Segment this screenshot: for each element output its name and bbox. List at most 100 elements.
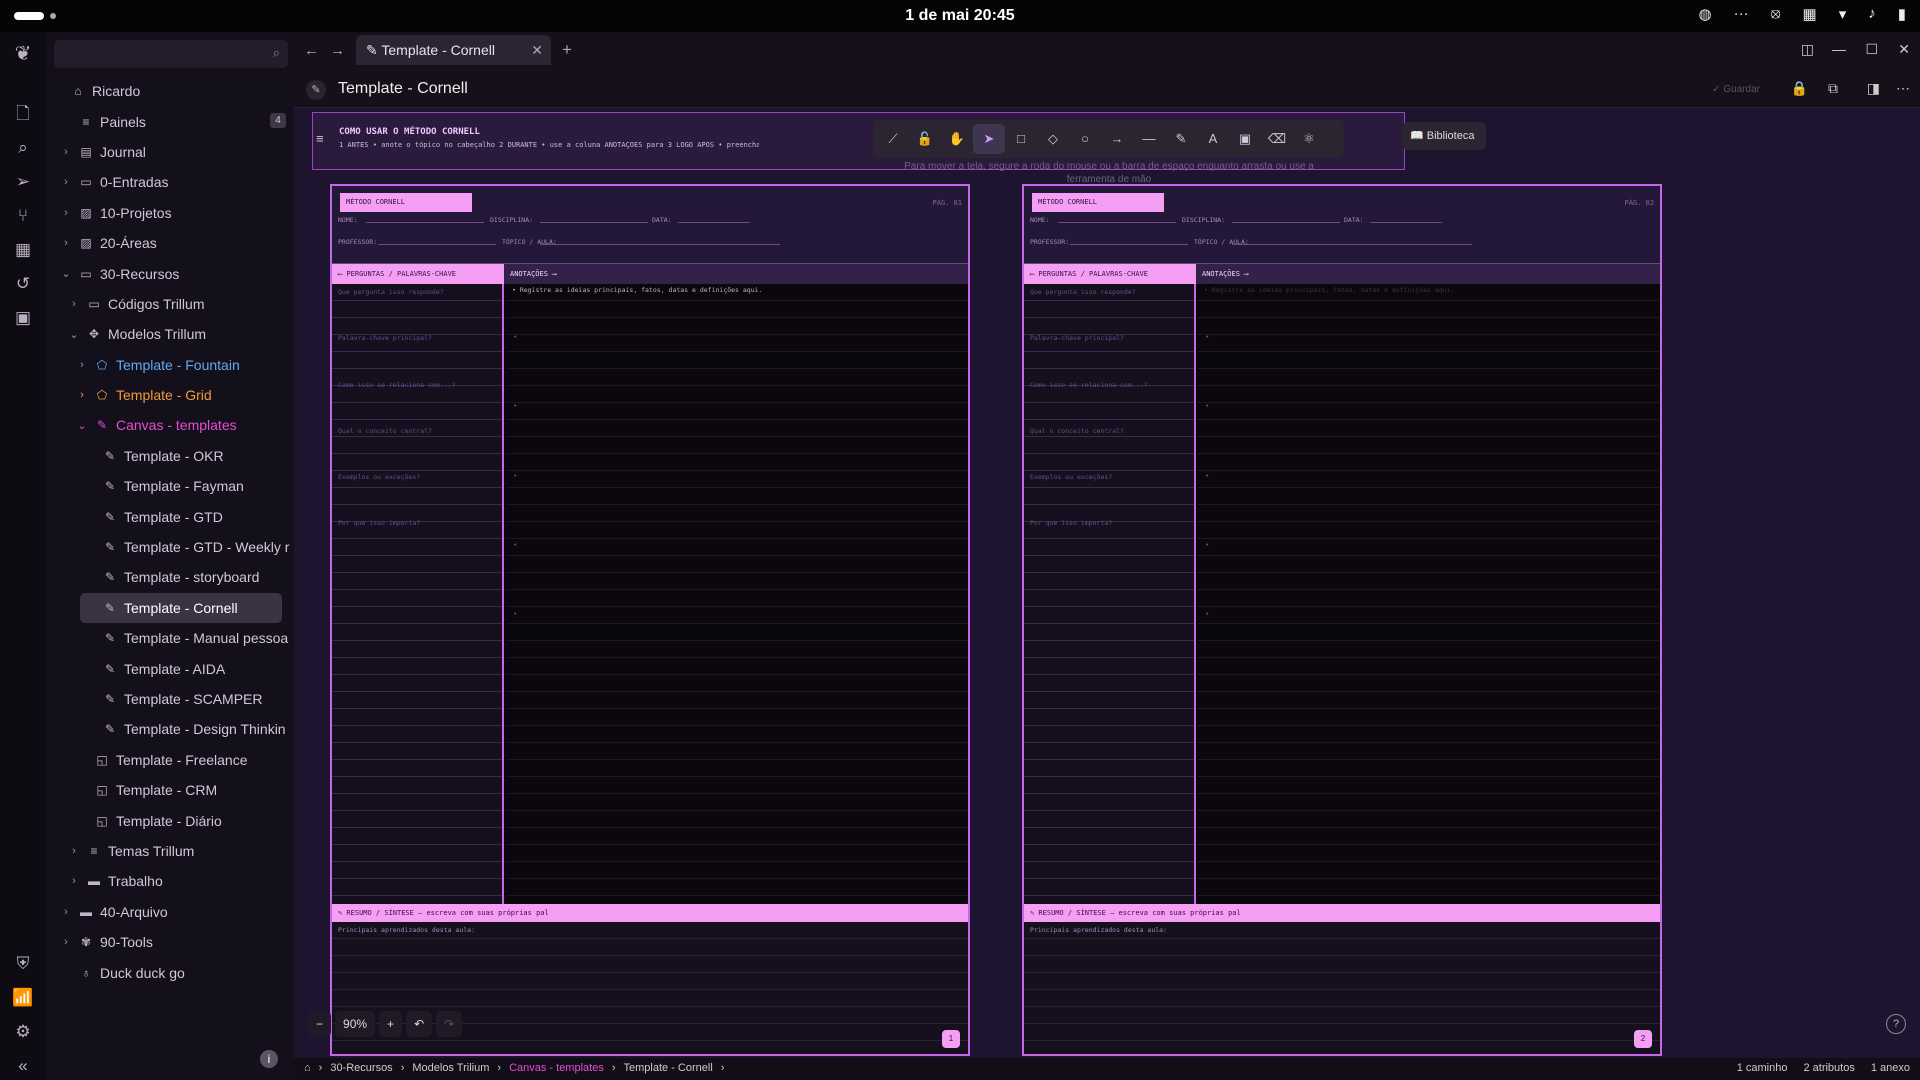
tree-item[interactable]: ✎ Template - SCAMPER bbox=[46, 684, 294, 714]
today-icon[interactable]: ▣ bbox=[11, 306, 35, 330]
undo-icon[interactable]: ↶ bbox=[406, 1011, 433, 1037]
grid-icon[interactable]: ▦ bbox=[1803, 5, 1817, 23]
jump-to-icon[interactable]: ➢ bbox=[11, 170, 35, 194]
pencil-tool-icon[interactable]: ✎ bbox=[1165, 124, 1197, 154]
tree-item[interactable]: › ⬠ Template - Grid bbox=[46, 380, 294, 410]
lock-tool-icon[interactable]: 🔓 bbox=[909, 124, 941, 154]
hamburger-menu-icon[interactable]: ≡ bbox=[316, 131, 324, 146]
chevron-icon[interactable]: › bbox=[68, 298, 80, 310]
home-icon[interactable]: ⌂ bbox=[304, 1062, 311, 1074]
tree-item[interactable]: ✎ Template - storyboard bbox=[46, 562, 294, 592]
tree-item[interactable]: ✎ Template - OKR bbox=[46, 441, 294, 471]
sync-icon[interactable]: 📶 bbox=[11, 986, 35, 1010]
laser-tool-icon[interactable]: ⟋ bbox=[877, 124, 909, 154]
chevron-icon[interactable]: › bbox=[60, 146, 72, 158]
note-type-icon[interactable]: ✎ bbox=[306, 80, 326, 100]
library-button[interactable]: 📖 Biblioteca bbox=[1402, 122, 1486, 150]
arrow-tool-icon[interactable]: → bbox=[1101, 124, 1133, 154]
new-note-icon[interactable]: 🗋 bbox=[11, 102, 35, 126]
redo-icon[interactable]: ↷ bbox=[436, 1011, 463, 1037]
paths-count[interactable]: 1 caminho bbox=[1737, 1062, 1788, 1074]
breadcrumb-item[interactable]: Template - Cornell bbox=[624, 1062, 713, 1074]
zoom-level[interactable]: 90% bbox=[335, 1011, 376, 1037]
tree-item[interactable]: ✎ Template - Manual pessoa bbox=[46, 623, 294, 653]
chevron-icon[interactable]: › bbox=[68, 845, 80, 857]
lock-icon[interactable]: 🔒 bbox=[1791, 80, 1808, 97]
chevron-icon[interactable]: › bbox=[60, 936, 72, 948]
chevron-icon[interactable]: › bbox=[60, 237, 72, 249]
chevron-icon[interactable]: › bbox=[76, 389, 88, 401]
breadcrumb-item[interactable]: 30-Recursos bbox=[330, 1062, 392, 1074]
more-menu-icon[interactable]: ⋯ bbox=[1896, 80, 1910, 97]
zoom-out-button[interactable]: − bbox=[308, 1011, 332, 1037]
extra-tools-icon[interactable]: ⚛ bbox=[1293, 124, 1325, 154]
close-window-icon[interactable]: ✕ bbox=[1898, 41, 1910, 58]
chevron-icon[interactable]: › bbox=[68, 875, 80, 887]
chevron-icon[interactable]: › bbox=[60, 207, 72, 219]
tree-item[interactable]: › ▨ 20-Áreas bbox=[46, 228, 294, 258]
tree-item[interactable]: ✎ Template - Fayman bbox=[46, 471, 294, 501]
tree-item[interactable]: ◱ Template - Diário bbox=[46, 805, 294, 835]
wifi-icon[interactable]: ▾ bbox=[1839, 5, 1847, 23]
ellipse-tool-icon[interactable]: ○ bbox=[1069, 124, 1101, 154]
chevron-icon[interactable]: › bbox=[60, 176, 72, 188]
note-title[interactable]: Template - Cornell bbox=[338, 80, 468, 98]
more-icon[interactable]: ··· bbox=[1734, 5, 1749, 23]
tree-item[interactable]: ✎ Template - Cornell bbox=[80, 592, 282, 624]
cornell-page-1[interactable]: MÉTODO CORNELL PÁG. 01 NOME: DISCIPLINA: DAT… bbox=[330, 184, 970, 1056]
system-tray[interactable]: ◍ ··· ⦻ ▦ ▾ ♪ ▮ bbox=[1699, 5, 1907, 23]
tree-item[interactable]: ✎ Template - GTD bbox=[46, 501, 294, 531]
tree-item[interactable]: › ▭ Códigos Trillum bbox=[46, 289, 294, 319]
tree-item[interactable]: ⌄ ✥ Modelos Trillum bbox=[46, 319, 294, 349]
breadcrumb-item[interactable]: Modelos Trilium bbox=[412, 1062, 489, 1074]
text-tool-icon[interactable]: A bbox=[1197, 124, 1229, 154]
tree-item[interactable]: › ⬠ Template - Fountain bbox=[46, 350, 294, 380]
cornell-page-2[interactable]: MÉTODO CORNELL PÁG. 02 NOME: DISCIPLINA: DAT… bbox=[1022, 184, 1662, 1056]
browser-icon[interactable]: ◍ bbox=[1699, 5, 1712, 23]
tree-item[interactable]: ⌄ ▭ 30-Recursos bbox=[46, 258, 294, 288]
image-tool-icon[interactable]: ▣ bbox=[1229, 124, 1261, 154]
volume-icon[interactable]: ♪ bbox=[1868, 5, 1876, 23]
note-map-icon[interactable]: ⑂ bbox=[11, 204, 35, 228]
attachments-count[interactable]: 1 anexo bbox=[1871, 1062, 1910, 1074]
maximize-icon[interactable]: ☐ bbox=[1865, 41, 1878, 58]
info-icon[interactable]: i bbox=[260, 1050, 278, 1068]
trilium-logo-icon[interactable]: ❦ bbox=[11, 42, 35, 66]
system-clock[interactable]: 1 de mai 20:45 bbox=[900, 7, 1020, 25]
tree-item[interactable]: ◱ Template - CRM bbox=[46, 775, 294, 805]
tree-item[interactable]: ≡ Painels 4 bbox=[46, 106, 294, 136]
app-icon[interactable]: ⦻ bbox=[1771, 5, 1781, 23]
canvas-area[interactable]: ≡ COMO USAR O MÉTODO CORNELL 1 ANTES • a… bbox=[294, 108, 1920, 1058]
quick-search-input[interactable]: ⌕ bbox=[54, 40, 288, 68]
hand-tool-icon[interactable]: ✋ bbox=[941, 124, 973, 154]
chevron-icon[interactable]: ⌄ bbox=[60, 267, 72, 280]
close-tab-icon[interactable]: ✕ bbox=[531, 35, 543, 65]
chevron-icon[interactable]: ⌄ bbox=[76, 419, 88, 432]
chevron-icon[interactable]: ⌄ bbox=[68, 328, 80, 341]
split-panel-icon[interactable]: ◫ bbox=[1801, 41, 1814, 58]
tree-item[interactable]: › ✾ 90-Tools bbox=[46, 927, 294, 957]
tree-item[interactable]: ⌂ Ricardo bbox=[46, 76, 294, 106]
new-tab-icon[interactable]: + bbox=[562, 40, 572, 60]
activities-indicator[interactable] bbox=[14, 12, 44, 20]
shield-icon[interactable]: ⛨ bbox=[11, 952, 35, 976]
recent-changes-icon[interactable]: ↺ bbox=[11, 272, 35, 296]
tree-item[interactable]: ⌄ ✎ Canvas - templates bbox=[46, 410, 294, 440]
tree-item[interactable]: › ▬ 40-Arquivo bbox=[46, 897, 294, 927]
tree-item[interactable]: ✎ Template - GTD - Weekly r bbox=[46, 532, 294, 562]
tree-item[interactable]: ✎ Template - AIDA bbox=[46, 653, 294, 683]
settings-icon[interactable]: ⚙ bbox=[11, 1020, 35, 1044]
chevron-icon[interactable]: › bbox=[60, 906, 72, 918]
select-tool-icon[interactable]: ➤ bbox=[973, 124, 1005, 154]
line-tool-icon[interactable]: — bbox=[1133, 124, 1165, 154]
rectangle-tool-icon[interactable]: □ bbox=[1005, 124, 1037, 154]
tree-item[interactable]: › ▬ Trabalho bbox=[46, 866, 294, 896]
tree-item[interactable]: ✎ Template - Design Thinkin bbox=[46, 714, 294, 744]
tree-item[interactable]: ◱ Template - Freelance bbox=[46, 745, 294, 775]
tab-active-note[interactable]: ✎ Template - Cornell ✕ bbox=[356, 35, 551, 65]
chevron-icon[interactable]: › bbox=[76, 359, 88, 371]
tree-item[interactable]: ♁ Duck duck go bbox=[46, 957, 294, 987]
attributes-count[interactable]: 2 atributos bbox=[1803, 1062, 1854, 1074]
calendar-icon[interactable]: ▦ bbox=[11, 238, 35, 262]
eraser-tool-icon[interactable]: ⌫ bbox=[1261, 124, 1293, 154]
